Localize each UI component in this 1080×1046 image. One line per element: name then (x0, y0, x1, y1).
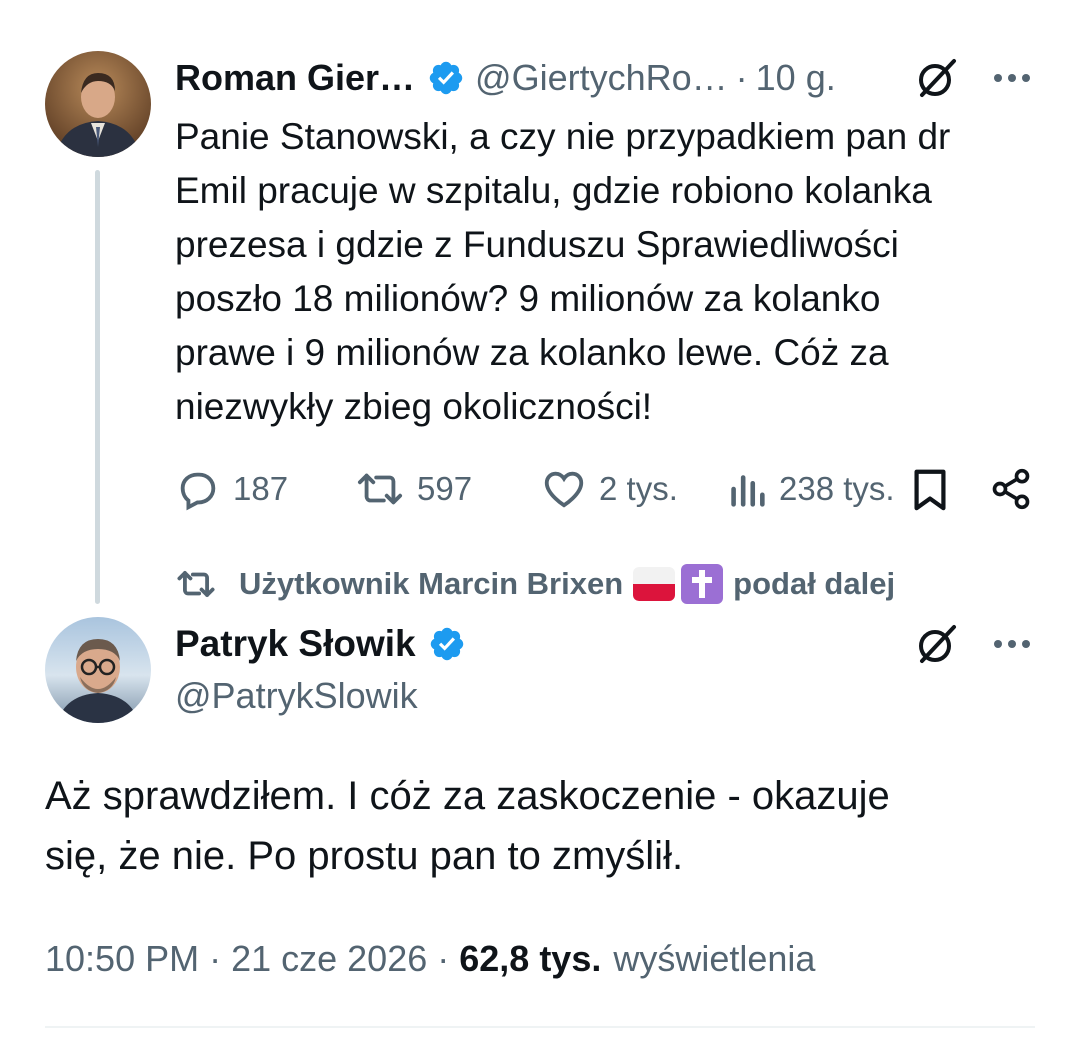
parent-tweet-text: Panie Stanowski, a czy nie przypadkiem p… (175, 116, 951, 427)
more-icon[interactable] (990, 60, 1034, 96)
like-button[interactable]: 2 tys. (541, 462, 678, 516)
views-count: 238 tys. (779, 470, 895, 507)
tweet-time[interactable]: 10 g. (756, 57, 836, 99)
share-button[interactable] (989, 462, 1045, 516)
repost-context-line[interactable]: Użytkownik Marcin Brixen podał dalej (175, 560, 895, 608)
views-button[interactable]: 238 tys. (727, 462, 895, 516)
separator-dot: · (735, 57, 748, 98)
latin-cross-emoji (681, 564, 724, 604)
separator-dot: · (209, 938, 222, 979)
like-icon (544, 471, 584, 508)
bookmark-icon (914, 469, 946, 511)
reply-icon (180, 472, 216, 511)
main-tweet-header: Patryk Słowik (175, 620, 476, 668)
author-name[interactable]: Roman Gier… (175, 57, 415, 99)
tweet-date[interactable]: 21 cze 2026 (231, 938, 427, 980)
grok-icon[interactable] (912, 53, 962, 103)
avatar-roman-giertych[interactable] (45, 51, 151, 157)
thread-connector-line (95, 170, 100, 604)
divider (45, 1026, 1035, 1028)
author-handle[interactable]: @GiertychRo… (475, 57, 728, 99)
bookmark-button[interactable] (910, 462, 962, 516)
parent-tweet-header: Roman Gier… @GiertychRo… · 10 g. (175, 54, 836, 102)
views-icon (731, 475, 765, 507)
grok-icon[interactable] (912, 619, 962, 669)
repost-icon (177, 571, 215, 597)
share-icon (992, 468, 1030, 510)
parent-tweet-actions: 187 597 2 tys. 238 tys. (175, 462, 1045, 516)
views-count: 62,8 tys. (459, 938, 602, 979)
avatar-patryk-slowik[interactable] (45, 617, 151, 723)
verified-badge-icon[interactable] (427, 59, 465, 97)
separator-dot: · (437, 938, 450, 979)
more-icon[interactable] (990, 626, 1034, 662)
repost-suffix: podał dalej (733, 566, 896, 601)
tweet-meta: 10:50 PM · 21 cze 2026 · 62,8 tys. wyświ… (45, 934, 815, 984)
author-handle[interactable]: @PatrykSlowik (175, 672, 418, 720)
repost-icon (357, 473, 403, 505)
reply-button[interactable]: 187 (175, 462, 288, 516)
views-label: wyświetlenia (613, 938, 816, 979)
repost-count: 597 (417, 470, 473, 507)
author-name[interactable]: Patryk Słowik (175, 623, 416, 665)
like-count: 2 tys. (599, 470, 678, 507)
poland-flag-emoji (633, 567, 676, 601)
reply-count: 187 (233, 470, 289, 507)
verified-badge-icon[interactable] (428, 625, 466, 663)
tweet-time[interactable]: 10:50 PM (45, 938, 199, 980)
reposter-label: Użytkownik Marcin Brixen (239, 566, 624, 601)
repost-button[interactable]: 597 (355, 462, 472, 516)
main-tweet-text: Aż sprawdziłem. I cóż za zaskoczenie - o… (45, 774, 890, 878)
tweet-detail-view: Roman Gier… @GiertychRo… · 10 g. Panie S… (0, 0, 1080, 1046)
